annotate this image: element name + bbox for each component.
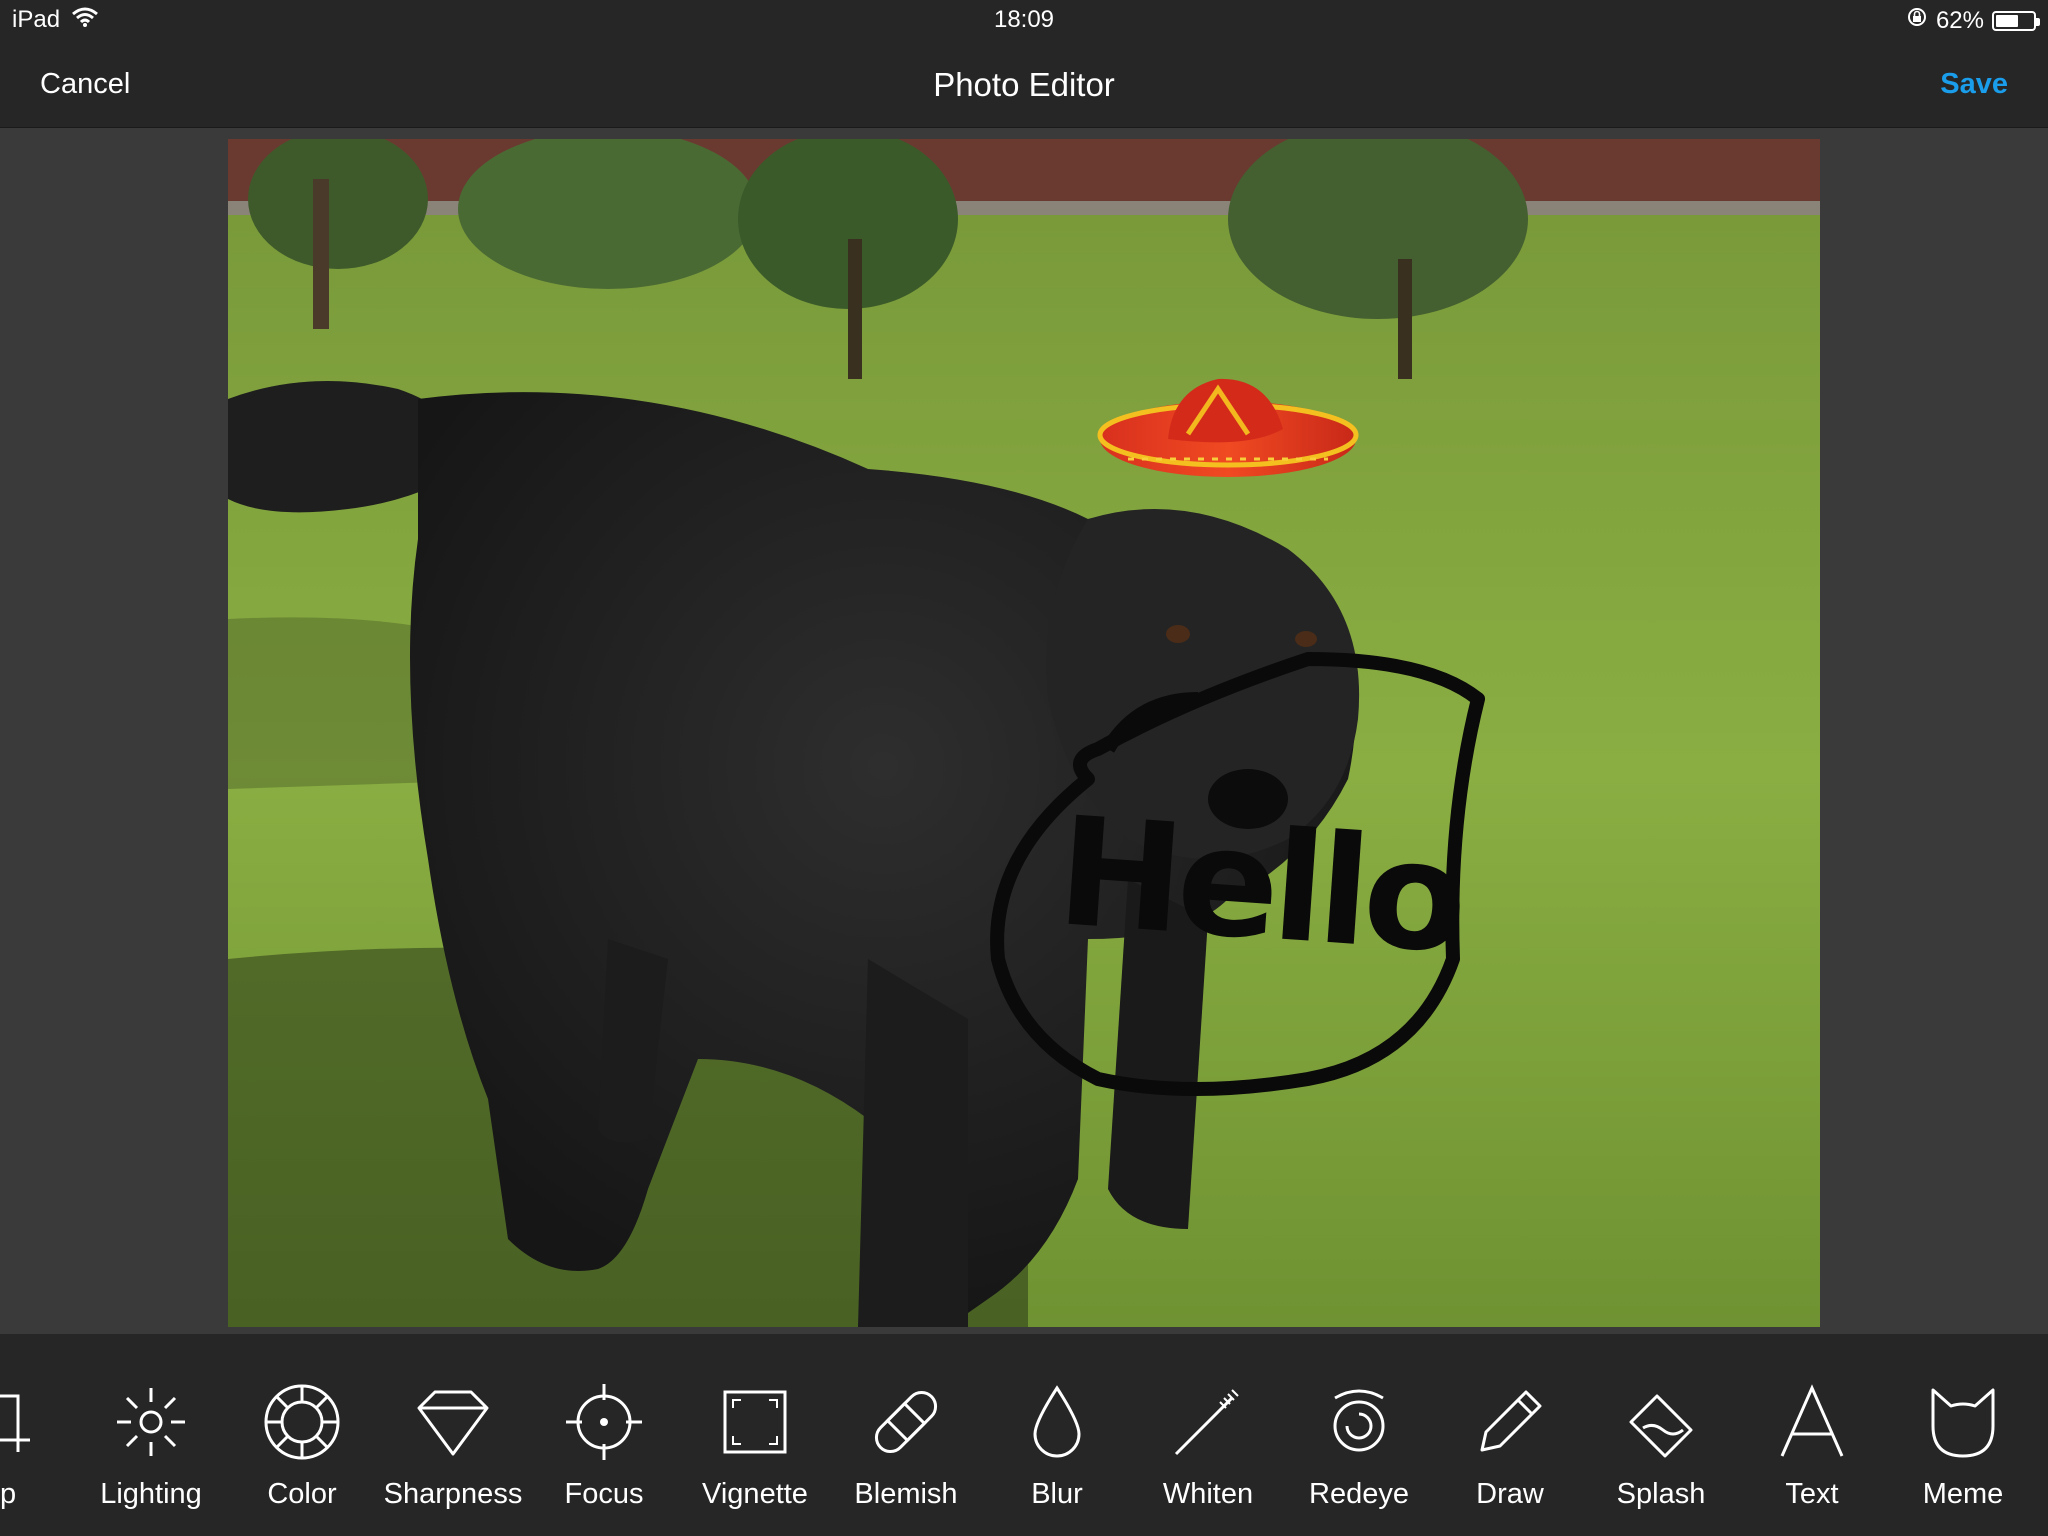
battery-percent: 62% [1935, 6, 1984, 34]
battery-icon [1992, 10, 2040, 31]
cat-icon [1923, 1382, 2003, 1462]
photo-canvas[interactable]: Hello [228, 139, 1820, 1327]
save-button[interactable]: Save [1940, 68, 2008, 101]
editor-canvas: Hello [0, 129, 2048, 1334]
tool-sharpness[interactable]: Sharpness [378, 1334, 528, 1536]
tool-draw[interactable]: Draw [1435, 1334, 1585, 1536]
sun-icon [111, 1382, 191, 1462]
status-time: 18:09 [993, 6, 1055, 33]
tool-redeye[interactable]: Redeye [1284, 1334, 1434, 1536]
battery-fill [1996, 14, 2019, 27]
photo-image [228, 139, 1820, 1327]
eye-icon [1319, 1382, 1399, 1462]
page-title: Photo Editor [933, 66, 1115, 103]
crop-icon [0, 1382, 40, 1462]
tool-splash[interactable]: Splash [1586, 1334, 1736, 1536]
status-right: 62% [1906, 6, 2040, 35]
diamond-icon [413, 1382, 493, 1462]
tool-color[interactable]: Color [227, 1334, 377, 1536]
tool-vignette[interactable]: Vignette [680, 1334, 830, 1536]
letter-a-icon [1772, 1382, 1852, 1462]
tool-meme[interactable]: Meme [1888, 1334, 2038, 1536]
pencil-icon [1470, 1382, 1550, 1462]
tool-lighting[interactable]: Lighting [76, 1334, 226, 1536]
drop-icon [1017, 1382, 1097, 1462]
eraser-icon [1621, 1382, 1701, 1462]
nav-bar: Cancel Photo Editor Save [0, 42, 2048, 128]
tool-whiten[interactable]: Whiten [1133, 1334, 1283, 1536]
tool-focus[interactable]: Focus [529, 1334, 679, 1536]
rotation-lock-icon [1906, 6, 1928, 35]
vignette-icon [715, 1382, 795, 1462]
tool-bar: opLightingColorSharpnessFocusVignetteBle… [0, 1334, 2048, 1536]
tool-label: Meme [1922, 1478, 2004, 1510]
status-bar: iPad 18:09 62% [0, 0, 2048, 42]
toothbrush-icon [1168, 1382, 1248, 1462]
tool-text[interactable]: Text [1737, 1334, 1887, 1536]
battery-tip [2036, 17, 2040, 26]
drawn-hello-text: Hello [1052, 785, 1467, 987]
color-wheel-icon [262, 1382, 342, 1462]
tool-blur[interactable]: Blur [982, 1334, 1132, 1536]
bandage-icon [866, 1382, 946, 1462]
crosshair-icon [564, 1382, 644, 1462]
tool-blemish[interactable]: Blemish [831, 1334, 981, 1536]
